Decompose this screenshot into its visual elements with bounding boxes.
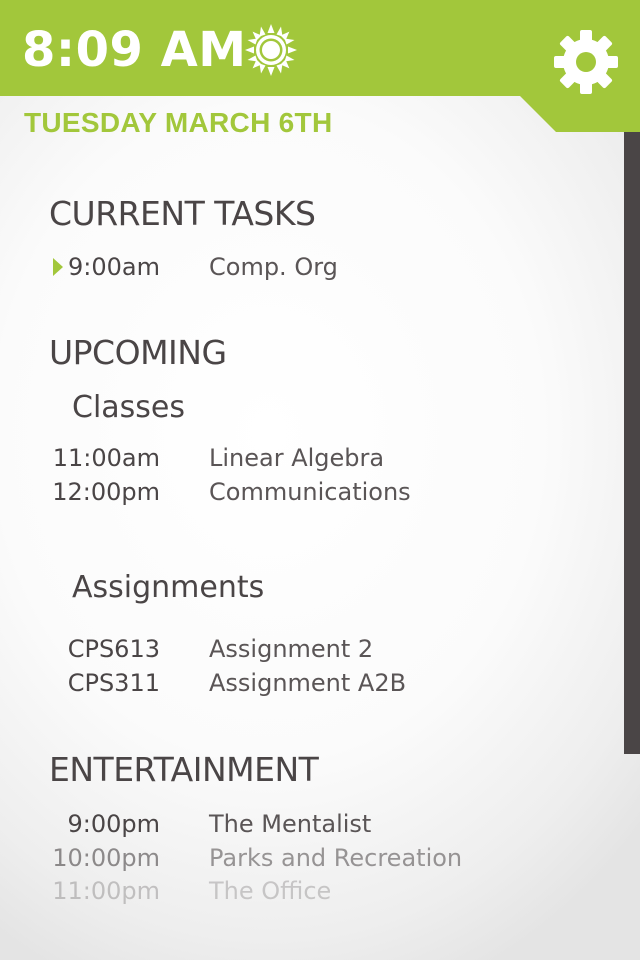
- show-time: 11:00pm: [52, 877, 160, 905]
- show-time: 10:00pm: [52, 844, 160, 872]
- show-name: Parks and Recreation: [209, 844, 463, 872]
- sun-icon: [245, 24, 297, 76]
- course-code: CPS613: [67, 635, 160, 663]
- date-label: TUESDAY MARCH 6TH: [24, 107, 333, 138]
- current-tasks-heading: CURRENT TASKS: [49, 194, 316, 233]
- course-code: CPS311: [67, 669, 160, 697]
- class-time: 12:00pm: [52, 478, 160, 506]
- task-time: 9:00am: [68, 253, 160, 281]
- show-item[interactable]: 11:00pm The Office: [0, 874, 600, 908]
- assignments-heading: Assignments: [72, 570, 265, 605]
- class-name: Communications: [209, 478, 411, 506]
- upcoming-heading: UPCOMING: [49, 333, 227, 372]
- class-item[interactable]: 12:00pm Communications: [0, 475, 600, 509]
- class-item[interactable]: 11:00am Linear Algebra: [0, 441, 600, 475]
- show-name: The Mentalist: [209, 810, 372, 838]
- class-time: 11:00am: [52, 444, 160, 472]
- show-item[interactable]: 10:00pm Parks and Recreation: [0, 841, 600, 875]
- assignment-name: Assignment A2B: [209, 669, 407, 697]
- assignment-item[interactable]: CPS613 Assignment 2: [0, 632, 600, 666]
- assignment-name: Assignment 2: [209, 635, 374, 663]
- show-item[interactable]: 9:00pm The Mentalist: [0, 807, 600, 841]
- scrollbar[interactable]: [624, 132, 640, 754]
- class-name: Linear Algebra: [209, 444, 385, 472]
- task-name: Comp. Org: [209, 253, 338, 281]
- home-screen: 8:09 AM TUESDAY MARCH 6TH CURRENT TASKS …: [0, 0, 640, 960]
- classes-heading: Classes: [72, 390, 186, 425]
- entertainment-heading: ENTERTAINMENT: [49, 750, 319, 789]
- show-name: The Office: [209, 877, 332, 905]
- assignment-item[interactable]: CPS311 Assignment A2B: [0, 666, 600, 700]
- current-task-item[interactable]: 9:00am Comp. Org: [0, 250, 600, 284]
- clock-time: 8:09 AM: [22, 22, 247, 78]
- gear-icon[interactable]: [554, 30, 618, 94]
- show-time: 9:00pm: [67, 810, 160, 838]
